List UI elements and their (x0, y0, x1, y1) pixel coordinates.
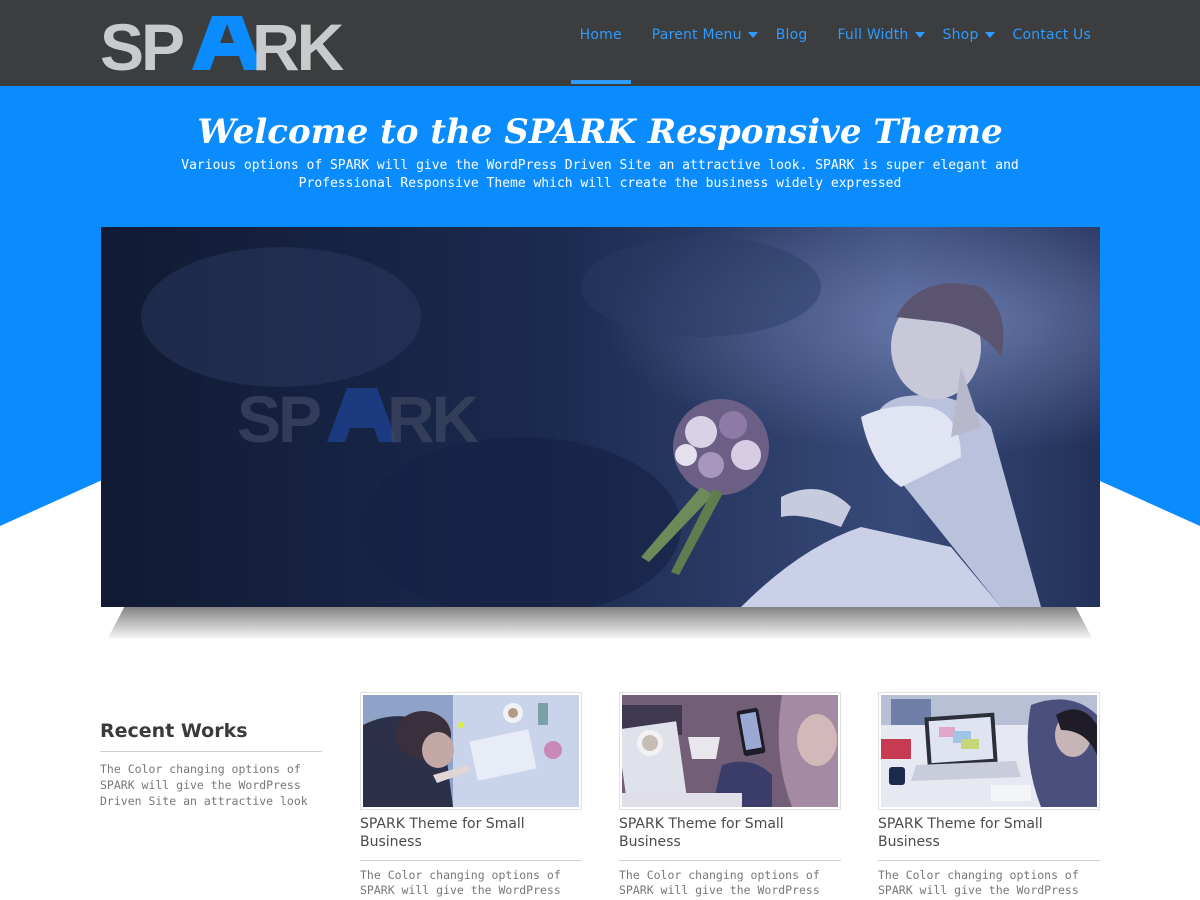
work-card-title[interactable]: SPARK Theme for Small Business (878, 815, 1100, 851)
caret-down-icon (914, 32, 925, 38)
hero-title: Welcome to the SPARK Responsive Theme (197, 112, 1003, 152)
divider (878, 860, 1100, 861)
work-card-thumbnail[interactable] (619, 692, 841, 810)
main-nav: Home Parent Menu Blog Full Width Shop Co… (570, 0, 1100, 86)
divider (619, 860, 841, 861)
caret-down-icon (747, 32, 758, 38)
nav-shop[interactable]: Shop (934, 0, 1004, 86)
nav-blog[interactable]: Blog (767, 0, 817, 86)
nav-contact-us-label: Contact Us (1012, 27, 1091, 43)
work-card-excerpt: The Color changing options of SPARK will… (878, 868, 1079, 900)
work-card-thumbnail[interactable] (360, 692, 582, 810)
site-header: SP RK Home Parent Menu Blog Full Width S… (0, 0, 1200, 86)
caret-down-icon (984, 32, 995, 38)
work-card: SPARK Theme for Small Business The Color… (619, 692, 841, 900)
hero-slider[interactable]: SP RK (101, 227, 1100, 607)
woman-writing-image (363, 695, 579, 807)
svg-text:SP: SP (100, 12, 183, 74)
svg-text:SP: SP (237, 382, 320, 456)
nav-parent-menu[interactable]: Parent Menu (643, 0, 767, 86)
nav-blog-label: Blog (775, 27, 808, 43)
divider (360, 860, 582, 861)
work-card-excerpt: The Color changing options of SPARK will… (360, 868, 561, 900)
divider (100, 751, 322, 752)
spark-logo[interactable]: SP RK (100, 12, 352, 74)
work-card: SPARK Theme for Small Business The Color… (878, 692, 1100, 900)
svg-text:RK: RK (387, 382, 480, 456)
nav-shop-label: Shop (942, 27, 979, 43)
work-card-title[interactable]: SPARK Theme for Small Business (619, 815, 841, 851)
work-card: SPARK Theme for Small Business The Color… (360, 692, 582, 900)
slider-image: SP RK (101, 227, 1100, 607)
work-card-excerpt: The Color changing options of SPARK will… (619, 868, 820, 900)
recent-works-description: The Color changing options of SPARK will… (100, 762, 308, 808)
hero-description: Various options of SPARK will give the W… (181, 158, 1019, 191)
laptop-meeting-image (881, 695, 1097, 807)
nav-contact-us[interactable]: Contact Us (1004, 0, 1100, 86)
work-card-title[interactable]: SPARK Theme for Small Business (360, 815, 582, 851)
nav-parent-menu-label: Parent Menu (651, 27, 742, 43)
nav-full-width-label: Full Width (837, 27, 909, 43)
nav-full-width[interactable]: Full Width (828, 0, 933, 86)
nav-home[interactable]: Home (570, 0, 631, 86)
work-card-thumbnail[interactable] (878, 692, 1100, 810)
coffee-smartphone-image (622, 695, 838, 807)
svg-text:RK: RK (252, 12, 345, 74)
nav-home-label: Home (579, 27, 622, 43)
recent-works-title: Recent Works (100, 720, 248, 742)
